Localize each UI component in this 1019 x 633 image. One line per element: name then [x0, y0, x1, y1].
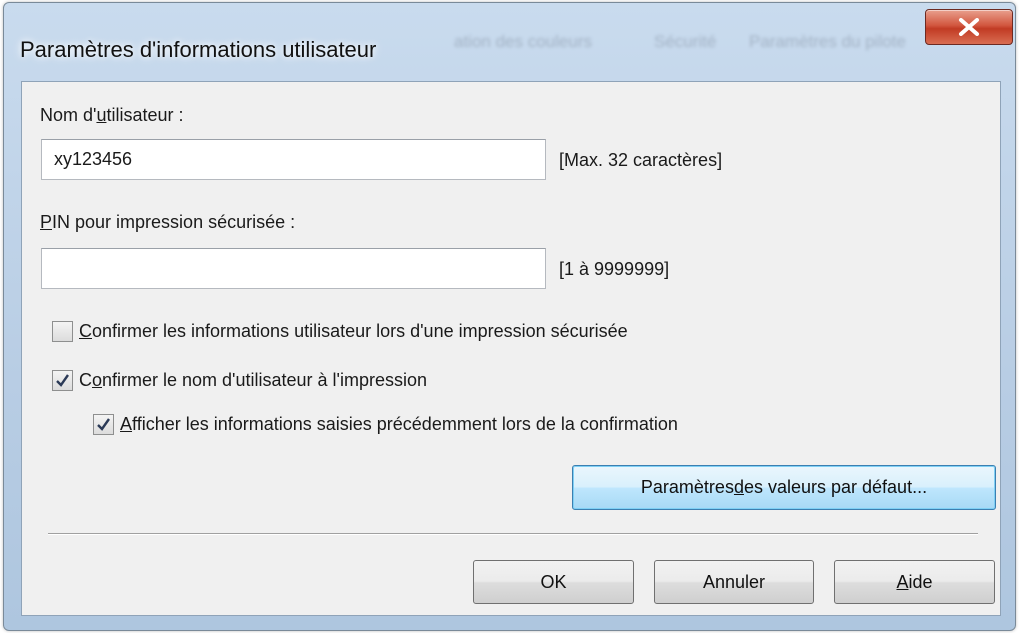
confirm-secure-checkbox[interactable]: [52, 321, 73, 342]
confirm-name-label[interactable]: Confirmer le nom d'utilisateur à l'impre…: [79, 370, 427, 391]
cancel-button[interactable]: Annuler: [654, 560, 814, 604]
username-label: Nom d'utilisateur :: [40, 105, 184, 125]
confirm-name-checkbox[interactable]: [52, 370, 73, 391]
username-input[interactable]: [41, 139, 546, 180]
pin-input[interactable]: [41, 248, 546, 289]
username-hint: [Max. 32 caractères]: [559, 150, 723, 170]
checkmark-icon: [97, 418, 110, 431]
close-button[interactable]: [925, 9, 1013, 45]
ok-button[interactable]: OK: [473, 560, 634, 604]
dialog-window: ation des couleurs Sécurité Paramètres d…: [3, 2, 1016, 631]
dialog-content: Nom d'utilisateur : [Max. 32 caractères]…: [21, 81, 1001, 616]
confirm-secure-label[interactable]: Confirmer les informations utilisateur l…: [79, 321, 628, 342]
show-previous-checkbox[interactable]: [93, 414, 114, 435]
close-icon: [959, 18, 979, 36]
background-tab: Sécurité: [654, 32, 717, 51]
default-settings-button[interactable]: Paramètres d es valeurs par défaut...: [572, 465, 996, 510]
pin-label: PIN pour impression sécurisée :: [40, 212, 296, 232]
pin-hint: [1 à 9999999]: [559, 259, 670, 279]
help-button[interactable]: Aide: [834, 560, 995, 604]
show-previous-label[interactable]: Afficher les informations saisies précéd…: [120, 414, 678, 435]
separator: [48, 533, 978, 535]
background-tab: ation des couleurs: [454, 32, 592, 51]
checkmark-icon: [56, 374, 69, 387]
window-title: Paramètres d'informations utilisateur: [20, 37, 377, 62]
title-bar[interactable]: ation des couleurs Sécurité Paramètres d…: [4, 3, 1015, 81]
background-tab: Paramètres du pilote: [749, 32, 906, 51]
